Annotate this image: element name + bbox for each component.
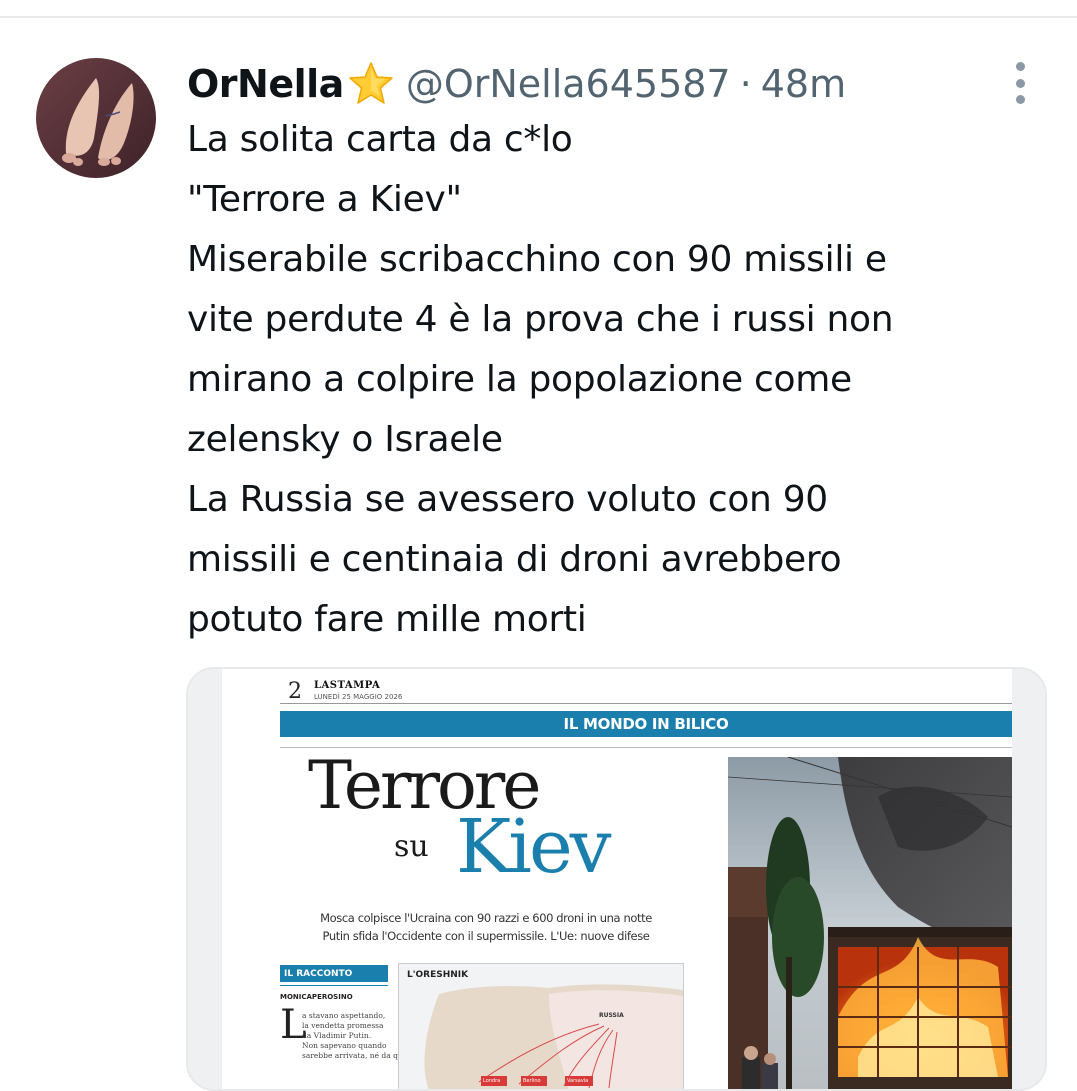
avatar[interactable] [36, 58, 156, 178]
display-name[interactable]: OrNella [187, 62, 344, 106]
missile-map: L'ORESHNIK RUSSIA Londra Berlino Varsavi… [398, 963, 684, 1089]
fire-photo [728, 757, 1012, 1089]
headline-kiev: Kiev [456, 804, 612, 890]
body-line: la vendetta promessa [302, 1021, 384, 1030]
newspaper-page: 2 LASTAMPA LUNEDÌ 25 MAGGIO 2026 IL MOND… [222, 669, 1012, 1089]
headline-su: su [394, 829, 429, 864]
article-body: a stavano aspettando, la vendetta promes… [302, 1011, 415, 1061]
map-title: L'ORESHNIK [407, 970, 469, 980]
avatar-image [36, 58, 156, 178]
map-city-label: Berlino [523, 1078, 541, 1084]
standfirst-line: Putin sfida l'Occidente con il supermiss… [322, 929, 650, 943]
tweet-line: Miserabile scribacchino con 90 missili e [187, 239, 887, 280]
tweet-line: mirano a colpire la popolazione come [187, 359, 852, 400]
standfirst: Mosca colpisce l'Ucraina con 90 razzi e … [282, 909, 690, 945]
tweet-text: La solita carta da c*lo "Terrore a Kiev"… [187, 110, 1057, 650]
tweet-line: potuto fare mille morti [187, 599, 587, 640]
paper-page-number: 2 [288, 679, 302, 704]
tweet-header: OrNella @OrNella645587 · 48m [187, 56, 846, 112]
map-city-label: Varsavia [567, 1078, 589, 1084]
tweet-line: "Terrore a Kiev" [187, 179, 462, 220]
timestamp[interactable]: 48m [761, 62, 846, 106]
standfirst-line: Mosca colpisce l'Ucraina con 90 razzi e … [320, 911, 652, 925]
divider [280, 703, 1012, 704]
tweet-line: zelensky o Israele [187, 419, 503, 460]
map-label-russia: RUSSIA [599, 1012, 624, 1019]
map-graphic [424, 984, 683, 1089]
body-line: da Vladimir Putin. [302, 1031, 372, 1040]
section-band: IL MONDO IN BILICO [280, 711, 1012, 737]
body-line: a stavano aspettando, [302, 1011, 386, 1020]
star-icon [346, 59, 396, 109]
tweet-line: La solita carta da c*lo [187, 119, 573, 160]
map-city-label: Londra [483, 1078, 501, 1084]
separator-dot: · [739, 62, 752, 106]
divider [280, 985, 388, 986]
body-line: sarebbe arrivata, né da quale [302, 1051, 415, 1060]
kicker-label: IL RACCONTO [280, 965, 388, 982]
top-divider [0, 16, 1077, 18]
byline: MONICAPEROSINO [280, 993, 353, 1001]
media-card[interactable]: 2 LASTAMPA LUNEDÌ 25 MAGGIO 2026 IL MOND… [186, 667, 1047, 1091]
more-options-icon[interactable] [1006, 62, 1034, 104]
paper-masthead: LASTAMPA [314, 680, 381, 691]
paper-date: LUNEDÌ 25 MAGGIO 2026 [314, 693, 403, 701]
tweet-line: La Russia se avessero voluto con 90 [187, 479, 828, 520]
tweet-line: vite perdute 4 è la prova che i russi no… [187, 299, 894, 340]
body-line: Non sapevano quando [302, 1041, 387, 1050]
tweet-line: missili e centinaia di droni avrebbero [187, 539, 842, 580]
handle[interactable]: @OrNella645587 [406, 62, 731, 106]
